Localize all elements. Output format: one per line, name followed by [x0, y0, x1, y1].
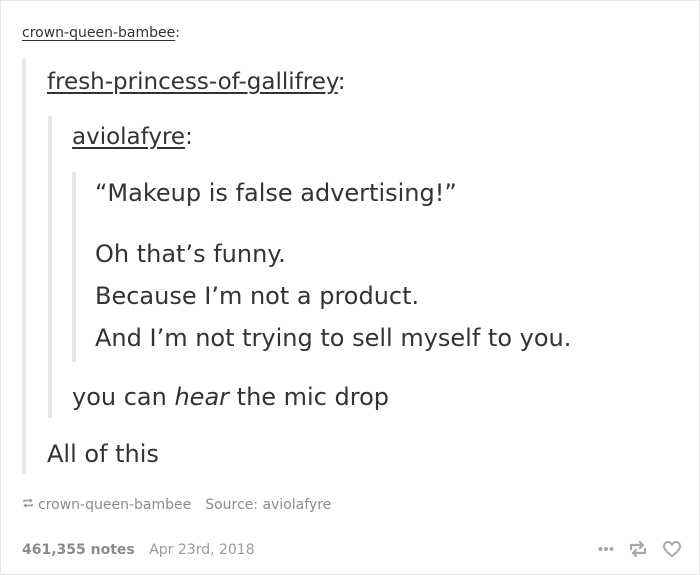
more-options-icon[interactable] [598, 546, 614, 552]
reply-text-2: you can hear the mic drop [72, 382, 389, 412]
reblogged-from-link[interactable]: crown-queen-bambee [38, 496, 191, 514]
notes-count[interactable]: 461,355 notes [22, 542, 135, 558]
original-line-3: Because I’m not a product. [95, 282, 420, 310]
original-username-link[interactable]: aviolafyre [72, 124, 185, 150]
reply-text-1: All of this [47, 440, 159, 468]
reblog-header-1: fresh-princess-of-gallifrey: [47, 67, 346, 97]
original-line-1: “Makeup is false advertising!” [95, 179, 457, 207]
reply-2-emphasis: hear [174, 383, 230, 411]
colon: : [337, 69, 346, 95]
reblog-username-link-1[interactable]: fresh-princess-of-gallifrey [47, 69, 338, 95]
reblog-quote-level-2: aviolafyre: “Makeup is false advertising… [48, 116, 672, 418]
reply-2-before: you can [72, 383, 175, 411]
original-line-4: And I’m not trying to sell myself to you… [95, 324, 572, 352]
post-date[interactable]: Apr 23rd, 2018 [149, 542, 254, 558]
post-actions [598, 540, 682, 558]
root-username-link[interactable]: crown-queen-bambee [22, 25, 175, 41]
reblog-header-2: aviolafyre: [72, 122, 193, 152]
reblog-small-icon [22, 496, 34, 514]
post-footer: 461,355 notes Apr 23rd, 2018 [22, 540, 682, 560]
colon: : [185, 124, 193, 150]
post-meta: crown-queen-bambee Source: aviolafyre [22, 496, 331, 514]
post-header: crown-queen-bambee: [22, 24, 180, 42]
reblog-icon[interactable] [628, 540, 648, 558]
reply-2-after: the mic drop [229, 383, 390, 411]
original-post-quote: “Makeup is false advertising!” Oh that’s… [72, 172, 656, 362]
colon: : [175, 25, 180, 41]
heart-icon[interactable] [662, 540, 682, 558]
post-card: crown-queen-bambee: fresh-princess-of-ga… [0, 0, 700, 575]
original-line-2: Oh that’s funny. [95, 240, 286, 268]
source-link[interactable]: Source: aviolafyre [205, 496, 331, 514]
reblog-quote-level-1: fresh-princess-of-gallifrey: aviolafyre:… [22, 59, 686, 474]
